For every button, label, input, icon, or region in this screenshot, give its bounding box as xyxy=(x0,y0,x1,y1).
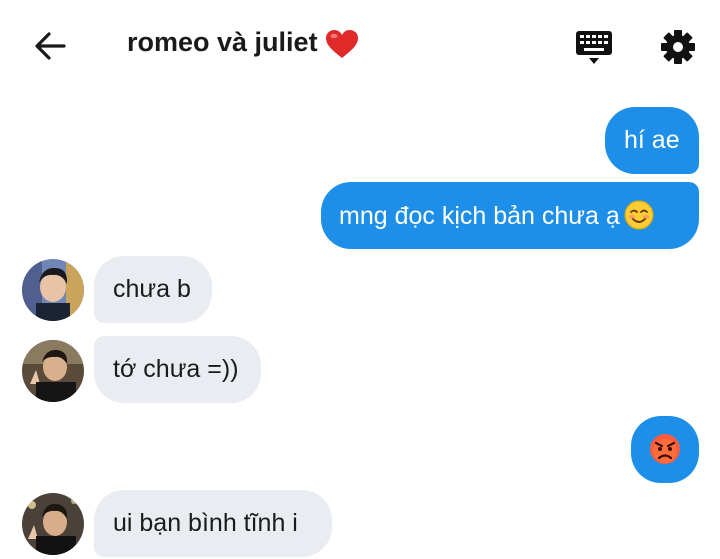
keyboard-icon[interactable] xyxy=(574,28,614,66)
message-text: ui bạn bình tĩnh i xyxy=(113,509,298,537)
incoming-message-bubble[interactable]: ui bạn bình tĩnh i xyxy=(94,490,332,557)
incoming-message-bubble[interactable]: chưa b xyxy=(94,256,212,323)
smiling-face-icon xyxy=(624,200,654,230)
angry-face-icon xyxy=(650,434,680,464)
message-text: mng đọc kịch bản chưa ạ xyxy=(339,202,620,230)
arrow-left-icon[interactable] xyxy=(30,26,70,66)
message-text: tớ chưa =)) xyxy=(113,355,239,383)
message-text: hí ae xyxy=(624,126,680,154)
incoming-message-bubble[interactable]: tớ chưa =)) xyxy=(94,336,261,403)
outgoing-message-bubble[interactable] xyxy=(631,416,699,483)
red-heart-icon xyxy=(325,29,358,58)
message-text: chưa b xyxy=(113,275,191,303)
gear-icon[interactable] xyxy=(659,28,697,66)
avatar[interactable] xyxy=(22,259,84,321)
outgoing-message-bubble[interactable]: mng đọc kịch bản chưa ạ xyxy=(321,182,699,249)
avatar[interactable] xyxy=(22,340,84,402)
chat-title: romeo và juliet xyxy=(127,27,318,57)
outgoing-message-bubble[interactable]: hí ae xyxy=(605,107,699,174)
avatar[interactable] xyxy=(22,493,84,555)
chat-header: romeo và juliet xyxy=(0,0,720,90)
chat-title-group: romeo và juliet xyxy=(127,27,360,60)
